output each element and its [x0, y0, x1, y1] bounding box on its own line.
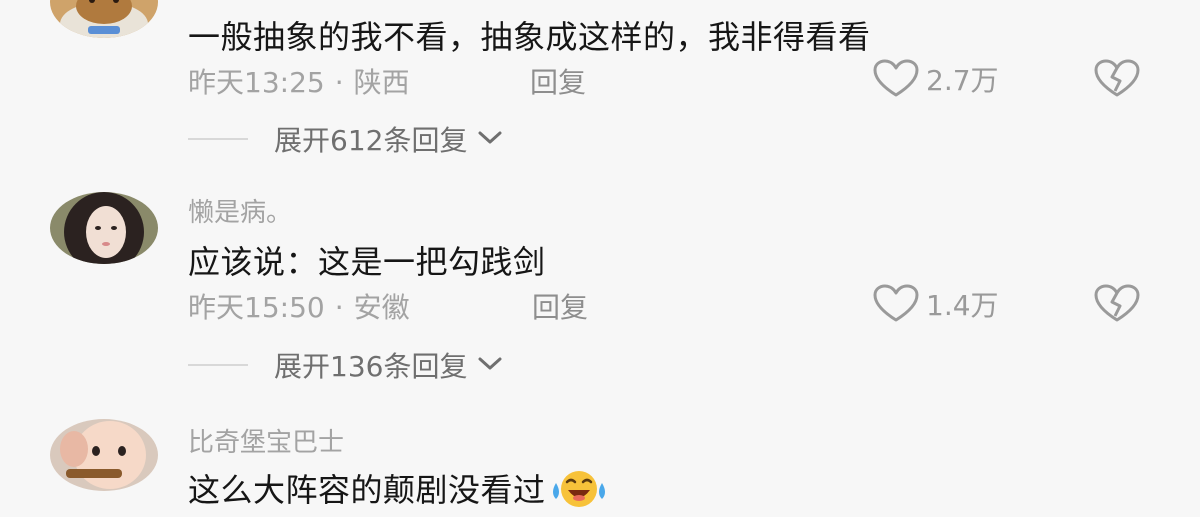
dislike-button[interactable] — [1093, 59, 1141, 99]
comment-meta: 昨天13:25 · 陕西 — [188, 61, 410, 101]
dislike-button[interactable] — [1093, 284, 1141, 324]
reply-button[interactable]: 回复 — [532, 286, 588, 326]
comment-text: 这么大阵容的颠剧没看过 — [188, 465, 610, 517]
comment-location: 安徽 — [353, 291, 410, 324]
reply-button[interactable]: 回复 — [530, 61, 586, 101]
comment-location: 陕西 — [353, 66, 410, 99]
broken-heart-icon — [1093, 59, 1141, 103]
avatar[interactable] — [50, 192, 158, 264]
heart-icon — [872, 284, 920, 324]
comment-text-content: 这么大阵容的颠剧没看过 — [188, 471, 546, 509]
divider — [188, 364, 248, 366]
like-count: 1.4万 — [926, 289, 999, 322]
comment-item: 比奇堡宝巴士 这么大阵容的颠剧没看过 — [0, 405, 1200, 509]
like-button[interactable]: 2.7万 — [872, 59, 999, 99]
broken-heart-icon — [1093, 284, 1141, 328]
chevron-down-icon — [467, 127, 505, 151]
comment-item: 懒是病。 应该说：这是一把勾践剑 昨天15:50 · 安徽 回复 1.4万 展开13… — [0, 180, 1200, 390]
avatar[interactable] — [50, 419, 158, 491]
comment-item: 一般抽象的我不看，抽象成这样的，我非得看看 昨天13:25 · 陕西 回复 2.7万… — [0, 0, 1200, 170]
expand-replies[interactable]: 展开612条回复 — [188, 121, 505, 157]
expand-replies-label: 展开136条回复 — [274, 350, 468, 383]
comment-meta: 昨天15:50 · 安徽 — [188, 286, 410, 326]
expand-replies-label: 展开612条回复 — [274, 124, 468, 157]
comment-text: 一般抽象的我不看，抽象成这样的，我非得看看 — [188, 18, 871, 56]
crying-laughing-emoji-icon — [548, 469, 610, 517]
divider — [188, 138, 248, 140]
username[interactable]: 懒是病。 — [188, 192, 292, 229]
meta-separator: · — [334, 291, 344, 324]
like-button[interactable]: 1.4万 — [872, 284, 999, 324]
expand-replies[interactable]: 展开136条回复 — [188, 347, 505, 383]
chevron-down-icon — [467, 353, 505, 377]
username[interactable]: 比奇堡宝巴士 — [188, 422, 344, 459]
like-count: 2.7万 — [926, 64, 999, 97]
comment-time: 昨天15:50 — [188, 291, 325, 324]
meta-separator: · — [334, 66, 344, 99]
comment-text: 应该说：这是一把勾践剑 — [188, 243, 546, 281]
comment-time: 昨天13:25 — [188, 66, 325, 99]
heart-icon — [872, 59, 920, 99]
avatar[interactable] — [50, 0, 158, 38]
